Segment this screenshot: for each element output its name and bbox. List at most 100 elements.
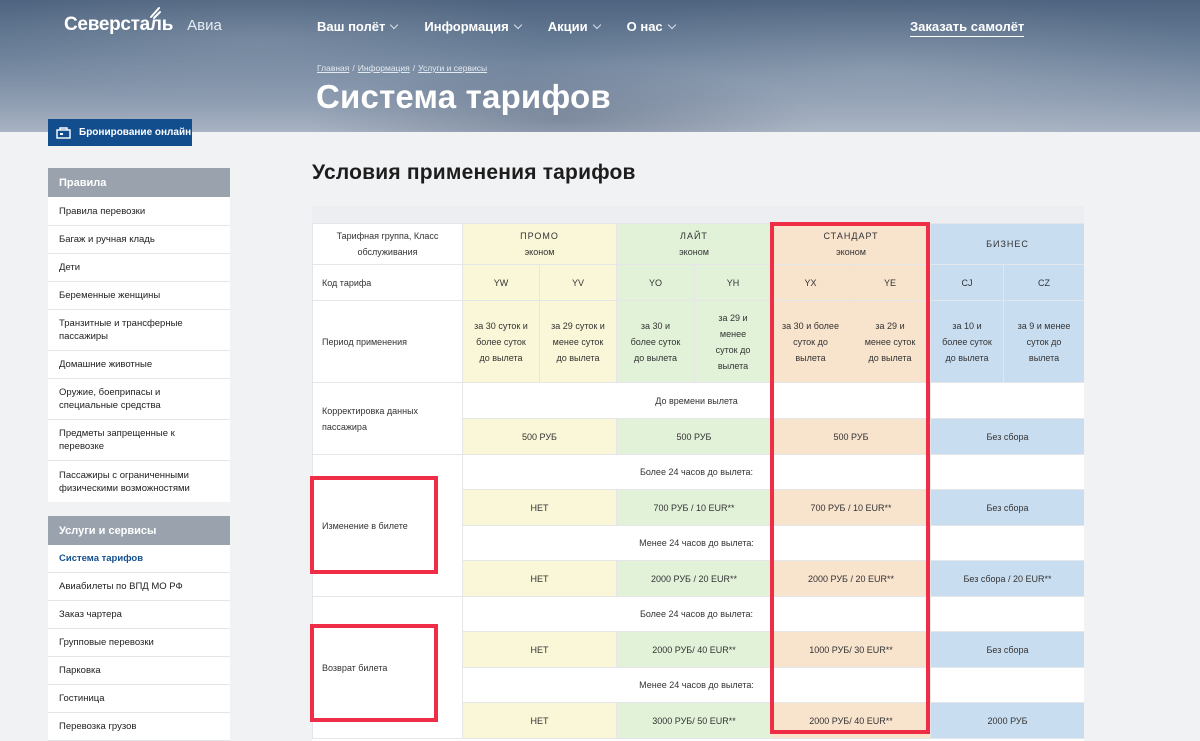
group-promo: ПРОМО эконом (462, 223, 617, 265)
change-more-value: 700 РУБ / 10 EUR** (616, 489, 772, 526)
tariff-code: YE (848, 264, 932, 301)
chevron-down-icon (513, 20, 522, 29)
change-less-value: 2000 РУБ / 20 EUR** (616, 560, 772, 597)
page-title: Система тарифов (316, 78, 611, 115)
table-row-period: Период применения за 30 суток и более су… (312, 300, 1084, 383)
table-row-correction-note: Корректировка данных пассажира До времен… (312, 382, 1084, 455)
booking-icon (56, 126, 71, 139)
correction-value: 500 РУБ (770, 418, 932, 455)
group-business: БИЗНЕС (930, 223, 1084, 265)
empty-cell (930, 382, 1084, 419)
refund-less-value: 3000 РУБ/ 50 EUR** (616, 702, 772, 739)
sidebar-item[interactable]: Беременные женщины (48, 282, 230, 310)
sidebar-item-active[interactable]: Система тарифов (48, 545, 230, 573)
group-name: СТАНДАРТ (823, 231, 879, 241)
table-row-refund-more-note: Возврат билета Более 24 часов до вылета: (312, 596, 1084, 739)
period-value: за 30 и более суток до вылета (616, 300, 695, 383)
breadcrumb-services[interactable]: Услуги и сервисы (418, 63, 487, 73)
change-more-value: НЕТ (462, 489, 617, 526)
sidebar-item[interactable]: Транзитные и трансферные пассажиры (48, 310, 230, 351)
refund-more-value: Без сбора (930, 631, 1084, 668)
empty-cell (930, 667, 1084, 703)
period-value: за 30 и более суток до вылета (771, 300, 850, 383)
sidebar-rules-title[interactable]: Правила (48, 168, 230, 197)
sidebar-item[interactable]: Групповые перевозки (48, 629, 230, 657)
header-banner: Северсталь Авиа Ваш полёт Информация Акц… (0, 0, 1200, 132)
table-row-change-more-note: Изменение в билете Более 24 часов до выл… (312, 454, 1084, 597)
order-plane-link[interactable]: Заказать самолёт (910, 19, 1025, 37)
correction-label: Корректировка данных пассажира (312, 382, 463, 455)
sidebar-rules: Правила Правила перевозки Багаж и ручная… (48, 168, 230, 502)
period-value: за 29 суток и менее суток до вылета (539, 300, 617, 383)
sidebar-item[interactable]: Пассажиры с ограниченными физическими во… (48, 461, 230, 502)
breadcrumb-separator: / (412, 63, 416, 73)
refund-more-value: НЕТ (462, 631, 617, 668)
breadcrumb: Главная / Информация / Услуги и сервисы (317, 63, 487, 73)
logo-mark-icon (150, 7, 161, 19)
refund-less-value: НЕТ (462, 702, 617, 739)
group-sub: эконом (679, 247, 709, 257)
group-lite: ЛАЙТ эконом (616, 223, 772, 265)
correction-note: До времени вылета (461, 382, 932, 419)
sidebar-item[interactable]: Парковка (48, 657, 230, 685)
change-less-value: Без сбора / 20 EUR** (930, 560, 1084, 597)
period-value: за 10 и более суток до вылета (930, 300, 1005, 383)
change-label: Изменение в билете (312, 454, 463, 597)
logo-sub-text: Авиа (187, 17, 222, 34)
refund-more-value: 2000 РУБ/ 40 EUR** (616, 631, 772, 668)
period-value: за 29 и менее суток до вылета (694, 300, 772, 383)
change-more-value: Без сбора (930, 489, 1084, 526)
sidebar-item[interactable]: Перевозка грузов (48, 713, 230, 741)
nav-about[interactable]: О нас (626, 19, 676, 34)
nav-label: Акции (547, 19, 588, 34)
breadcrumb-separator: / (352, 63, 355, 73)
sidebar-item[interactable]: Авиабилеты по ВПД МО РФ (48, 573, 230, 601)
refund-less-value: 2000 РУБ/ 40 EUR** (770, 702, 932, 739)
nav-your-flight[interactable]: Ваш полёт (317, 19, 399, 34)
table-row-codes: Код тарифа YW YV YO YH YX YE CJ CZ (312, 264, 1084, 301)
change-more-note: Более 24 часов до вылета: (461, 454, 932, 490)
chevron-down-icon (390, 20, 399, 29)
refund-more-value: 1000 РУБ/ 30 EUR** (770, 631, 932, 668)
correction-value: 500 РУБ (462, 418, 617, 455)
change-less-note: Менее 24 часов до вылета: (461, 525, 932, 561)
sidebar-item[interactable]: Заказ чартера (48, 601, 230, 629)
tariff-code: YH (694, 264, 772, 301)
tariff-table-container: Тарифная группа, Класс обслуживания ПРОМ… (312, 206, 1084, 741)
group-sub: эконом (836, 247, 866, 257)
breadcrumb-home[interactable]: Главная (317, 63, 349, 73)
sidebar-item[interactable]: Оружие, боеприпасы и специальные средств… (48, 379, 230, 420)
sidebar-item[interactable]: Домашние животные (48, 351, 230, 379)
nav-promotions[interactable]: Акции (547, 19, 601, 34)
online-booking-label: Бронирование онлайн (79, 127, 192, 138)
logo[interactable]: Северсталь Авиа (64, 7, 222, 36)
empty-cell (930, 525, 1084, 561)
correction-value: Без сбора (930, 418, 1084, 455)
refund-more-note: Более 24 часов до вылета: (461, 596, 932, 632)
online-booking-button[interactable]: Бронирование онлайн (48, 119, 192, 146)
nav-label: О нас (626, 19, 663, 34)
breadcrumb-information[interactable]: Информация (358, 63, 410, 73)
tariff-code: CJ (930, 264, 1005, 301)
sidebar-item[interactable]: Дети (48, 254, 230, 282)
change-more-value: 700 РУБ / 10 EUR** (770, 489, 932, 526)
tariff-code: CZ (1003, 264, 1084, 301)
sidebar-services-title[interactable]: Услуги и сервисы (48, 516, 230, 545)
nav-label: Ваш полёт (317, 19, 386, 34)
tariff-code: YO (616, 264, 695, 301)
sidebar-item[interactable]: Предметы запрещенные к перевозке (48, 420, 230, 461)
tariff-code: YV (539, 264, 617, 301)
group-sub: эконом (524, 247, 555, 257)
code-label: Код тарифа (312, 264, 463, 301)
nav-information[interactable]: Информация (424, 19, 522, 34)
refund-less-note: Менее 24 часов до вылета: (461, 667, 932, 703)
main-nav: Ваш полёт Информация Акции О нас (317, 19, 676, 34)
sidebar-item[interactable]: Гостиница (48, 685, 230, 713)
change-less-value: НЕТ (462, 560, 617, 597)
refund-less-value: 2000 РУБ (930, 702, 1084, 739)
sidebar-item[interactable]: Багаж и ручная кладь (48, 226, 230, 254)
period-label: Период применения (312, 300, 463, 383)
period-value: за 30 суток и более суток до вылета (462, 300, 540, 383)
sidebar-item[interactable]: Правила перевозки (48, 197, 230, 226)
nav-label: Информация (424, 19, 509, 34)
